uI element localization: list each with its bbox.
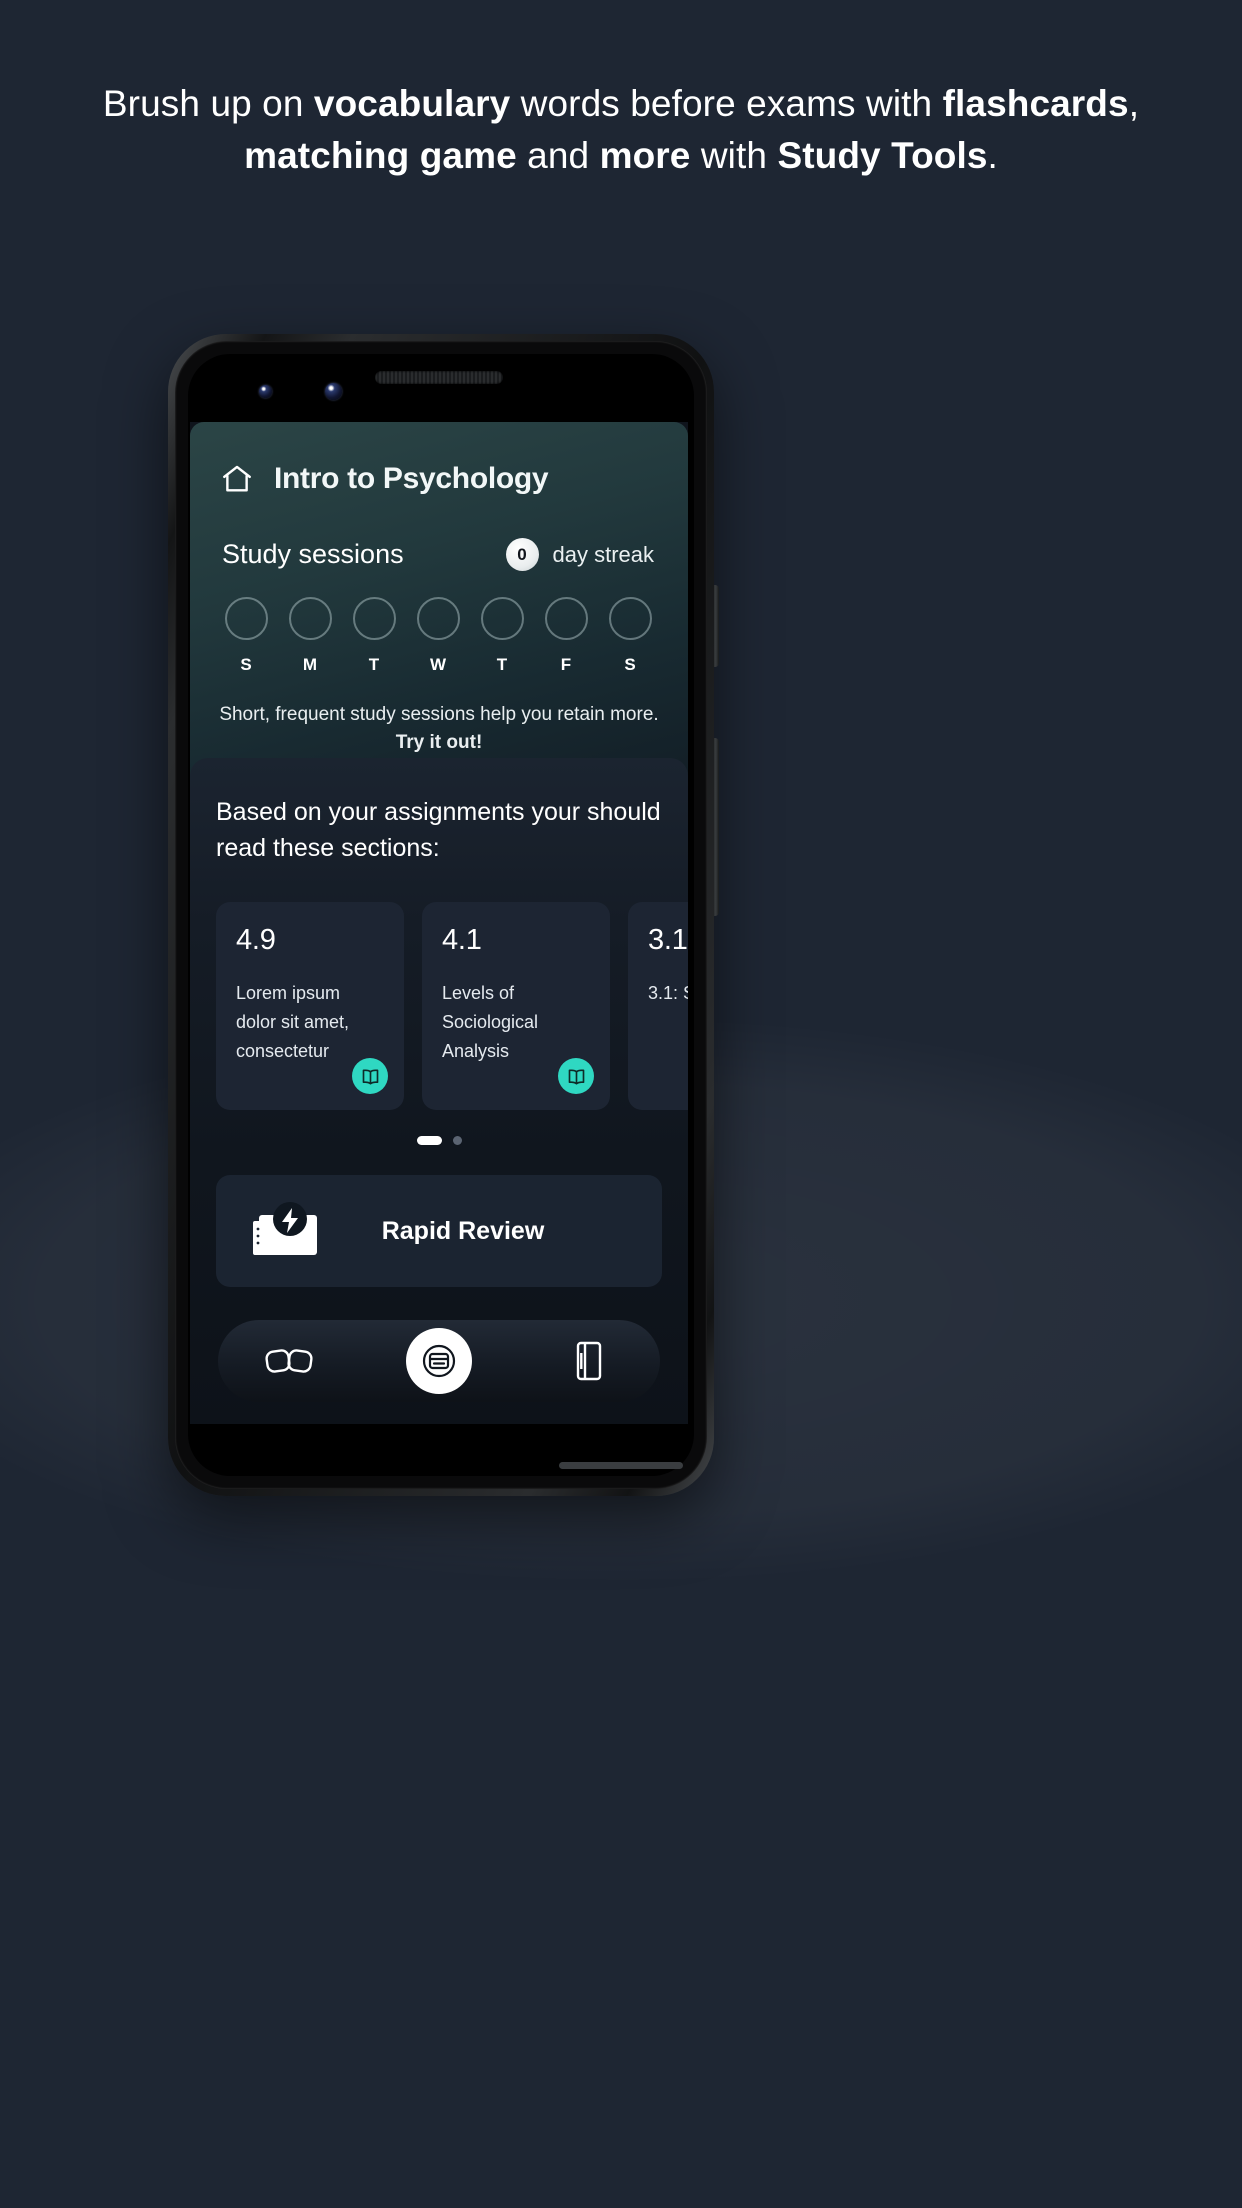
section-title: Lorem ipsum dolor sit amet, consectetur xyxy=(236,983,350,1061)
linked-cards-icon[interactable] xyxy=(265,1337,313,1385)
headline-text-2: words before exams with xyxy=(510,83,933,124)
promo-headline: Brush up on vocabulary words before exam… xyxy=(86,78,1156,182)
app-screen: Intro to Psychology Study sessions 0 day… xyxy=(190,422,688,1424)
day-sunday[interactable]: S xyxy=(222,597,270,675)
section-title: 3.1: Sc Us Hu xyxy=(648,983,688,1003)
day-saturday[interactable]: S xyxy=(606,597,654,675)
study-sessions-label: Study sessions xyxy=(222,539,404,569)
day-letter: S xyxy=(240,655,252,674)
pagination-dot[interactable] xyxy=(452,1136,462,1145)
day-letter: T xyxy=(368,655,380,674)
day-wednesday[interactable]: W xyxy=(414,597,462,675)
headline-bold-matching-game: matching game xyxy=(244,135,517,176)
section-card-carousel[interactable]: 4.9 Lorem ipsum dolor sit amet, consecte… xyxy=(190,866,688,1110)
headline-bold-flashcards: flashcards xyxy=(942,83,1129,124)
day-streak: 0 day streak xyxy=(505,538,655,571)
section-number: 4.9 xyxy=(236,924,276,956)
headline-text-6: . xyxy=(987,135,998,176)
day-circle xyxy=(608,597,652,640)
headline-text-1: Brush up on xyxy=(102,83,314,124)
streak-count-badge: 0 xyxy=(505,538,539,571)
streak-label: day streak xyxy=(552,541,655,567)
day-circle xyxy=(544,597,588,640)
flash-card-icon xyxy=(250,1201,324,1261)
day-letter: F xyxy=(560,655,572,674)
study-sessions-row: Study sessions 0 day streak xyxy=(190,496,688,571)
recommendations-panel: Based on your assignments your should re… xyxy=(190,758,688,1424)
day-circle xyxy=(480,597,524,640)
bottom-tab-bar[interactable] xyxy=(218,1320,660,1402)
course-header: Intro to Psychology Study sessions 0 day… xyxy=(190,422,688,776)
header-title-row: Intro to Psychology xyxy=(190,422,688,496)
section-number: 3.1 xyxy=(648,924,688,956)
pagination-dot-active[interactable] xyxy=(416,1136,442,1145)
section-card[interactable]: 4.1 Levels of Sociological Analysis xyxy=(422,902,610,1110)
study-hint: Short, frequent study sessions help you … xyxy=(190,675,688,757)
day-monday[interactable]: M xyxy=(286,597,334,675)
phone-bottom-speaker xyxy=(559,1462,683,1469)
book-spine-icon[interactable] xyxy=(565,1337,613,1385)
flashcard-stack-icon[interactable] xyxy=(405,1328,472,1394)
earpiece-speaker xyxy=(375,371,503,384)
book-icon[interactable] xyxy=(352,1058,388,1094)
page-title: Intro to Psychology xyxy=(274,462,549,495)
day-letter: W xyxy=(429,655,447,674)
day-circle xyxy=(352,597,396,640)
day-circle xyxy=(224,597,268,640)
day-circle xyxy=(288,597,332,640)
section-card[interactable]: 3.1 3.1: Sc Us Hu xyxy=(628,902,688,1110)
headline-text-5: with xyxy=(690,135,778,176)
week-day-tracker: S M T W T F S xyxy=(190,571,688,675)
promo-screenshot: Brush up on vocabulary words before exam… xyxy=(0,0,1242,2208)
recommendations-title: Based on your assignments your should re… xyxy=(216,798,661,862)
section-number: 4.1 xyxy=(442,924,482,956)
day-letter: T xyxy=(496,655,508,674)
study-hint-text: Short, frequent study sessions help you … xyxy=(219,704,659,725)
home-icon[interactable] xyxy=(220,462,254,496)
day-tuesday[interactable]: T xyxy=(350,597,398,675)
rapid-review-label: Rapid Review xyxy=(381,1216,545,1245)
section-card[interactable]: 4.9 Lorem ipsum dolor sit amet, consecte… xyxy=(216,902,404,1110)
headline-bold-more: more xyxy=(599,135,691,176)
front-camera-secondary-icon xyxy=(325,383,342,400)
day-letter: M xyxy=(302,655,318,674)
section-title: Levels of Sociological Analysis xyxy=(442,983,539,1061)
book-icon[interactable] xyxy=(558,1058,594,1094)
carousel-pagination[interactable] xyxy=(190,1110,688,1145)
front-camera-icon xyxy=(259,385,272,398)
headline-bold-study: Study xyxy=(777,135,881,176)
day-circle xyxy=(416,597,460,640)
headline-text-4: and xyxy=(516,135,600,176)
headline-bold-vocabulary: vocabulary xyxy=(313,83,511,124)
study-hint-cta[interactable]: Try it out! xyxy=(396,732,483,753)
day-friday[interactable]: F xyxy=(542,597,590,675)
headline-text-3: , xyxy=(1128,83,1140,124)
headline-bold-tools: Tools xyxy=(891,135,988,176)
day-letter: S xyxy=(624,655,636,674)
rapid-review-button[interactable]: Rapid Review xyxy=(216,1175,662,1287)
day-thursday[interactable]: T xyxy=(478,597,526,675)
